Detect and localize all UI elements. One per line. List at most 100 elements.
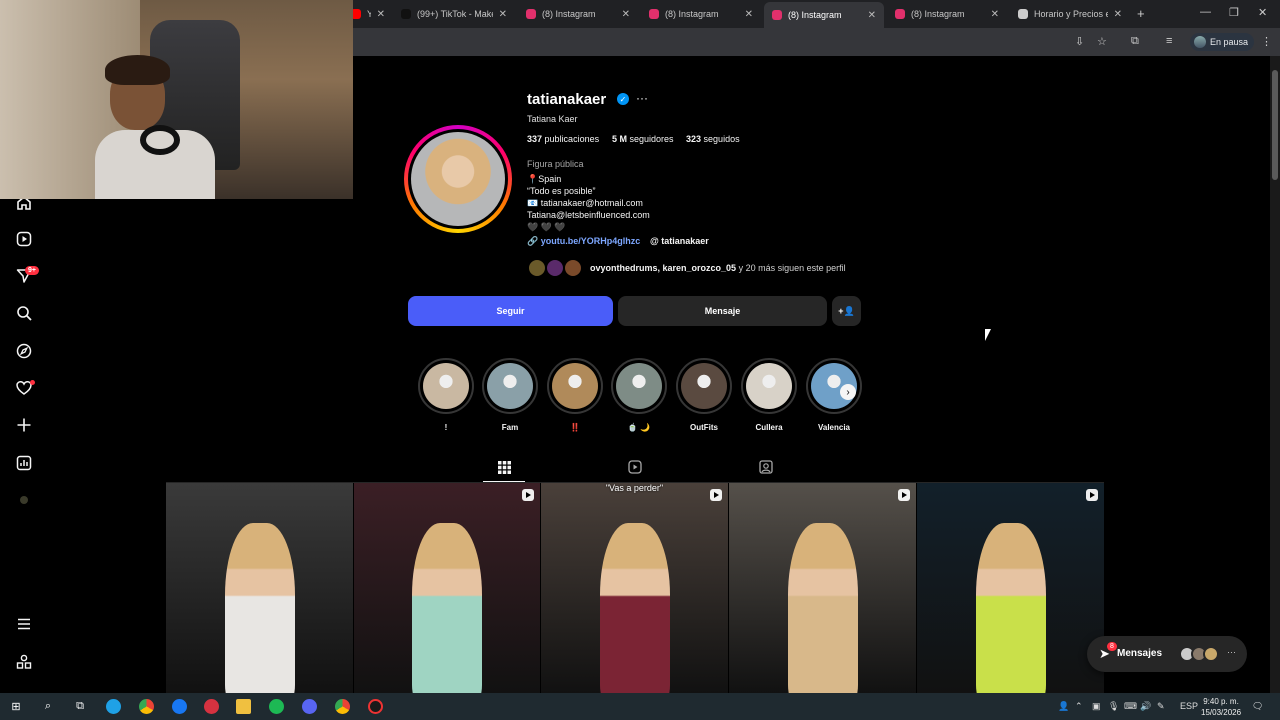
browser-tab[interactable]: Horario y Precios en ✕ [1010, 4, 1130, 24]
browser-tab[interactable]: (8) Instagram ✕ [518, 4, 638, 24]
discord-taskbar-icon[interactable] [302, 699, 317, 714]
story-highlight[interactable]: Fam [482, 358, 538, 432]
mutual-followers-text[interactable]: ovyonthedrums, karen_orozco_05 y 20 más … [590, 263, 846, 273]
highlight-cover [487, 363, 533, 409]
explore-compass-icon[interactable] [14, 341, 34, 361]
also-from-meta-icon[interactable] [14, 652, 34, 672]
tray-pen-icon[interactable]: ✎ [1157, 701, 1165, 712]
reel-indicator-icon [522, 489, 534, 501]
highlights-next-chevron-icon[interactable]: › [840, 384, 856, 400]
page-scrollbar-thumb[interactable] [1272, 70, 1278, 180]
active-tab-indicator [483, 481, 525, 482]
post-thumbnail[interactable] [729, 483, 916, 693]
tray-up-arrow-icon[interactable]: ⌃ [1075, 701, 1083, 712]
suggested-accounts-button[interactable]: +👤 [832, 296, 861, 326]
tray-microphone-icon[interactable]: 🎙 [1108, 701, 1119, 712]
obs-taskbar-icon[interactable] [368, 699, 383, 714]
messages-avatars [1179, 646, 1229, 662]
following-count[interactable]: 323 seguidos [686, 134, 740, 144]
create-plus-icon[interactable] [14, 415, 34, 435]
threads-link[interactable]: @ tatianakaer [650, 236, 709, 246]
browser-tab[interactable]: (8) Instagram ✕ [641, 4, 761, 24]
search-icon[interactable] [14, 303, 34, 323]
browser-profile-button[interactable]: En pausa [1190, 33, 1255, 51]
followers-count[interactable]: 5 M seguidores [612, 134, 674, 144]
spotify-taskbar-icon[interactable] [269, 699, 284, 714]
threads-icon: @ [650, 236, 662, 246]
highlight-cover [552, 363, 598, 409]
webcam-headset [140, 125, 180, 155]
browser-tab[interactable]: (8) Instagram ✕ [764, 2, 884, 28]
story-highlight[interactable]: ! [418, 358, 474, 432]
tab-close-icon[interactable]: ✕ [622, 9, 630, 20]
chrome-taskbar-icon[interactable] [139, 699, 154, 714]
messages-floating-button[interactable]: ➤ 8 Mensajes ··· [1087, 636, 1247, 672]
task-view-icon[interactable]: ⧉ [72, 698, 88, 714]
chrome-profile-taskbar-icon[interactable] [335, 699, 350, 714]
taskbar-search-icon[interactable]: ⌕ [40, 698, 56, 714]
highlight-cover [423, 363, 469, 409]
post-thumbnail[interactable]: "Vas a perder" [541, 483, 728, 693]
tab-title: (8) Instagram [788, 10, 842, 20]
tab-close-icon[interactable]: ✕ [745, 9, 753, 20]
post-thumbnail[interactable] [354, 483, 540, 693]
reel-indicator-icon [898, 489, 910, 501]
browser-menu-icon[interactable]: ⋮ [1261, 35, 1272, 48]
threads-handle: tatianakaer [661, 236, 709, 246]
restore-icon[interactable]: ❐ [1229, 6, 1239, 19]
browser-tab[interactable]: (8) Instagram ✕ [887, 4, 1007, 24]
message-button[interactable]: Mensaje [618, 296, 827, 326]
reels-icon[interactable] [14, 229, 34, 249]
tray-app-icon[interactable]: ▣ [1092, 701, 1101, 712]
tab-close-icon[interactable]: ✕ [377, 9, 385, 20]
bookmark-star-icon[interactable]: ☆ [1097, 35, 1107, 48]
profile-picture-story-ring[interactable] [404, 125, 512, 233]
close-window-icon[interactable]: ✕ [1258, 6, 1267, 19]
messages-label: Mensajes [1117, 648, 1163, 659]
edge-taskbar-icon[interactable] [106, 699, 121, 714]
tray-volume-icon[interactable]: 🔊 [1140, 701, 1151, 712]
extensions-icon[interactable]: ⧉ [1131, 35, 1139, 48]
reading-list-icon[interactable]: ≡ [1166, 35, 1172, 47]
browser-tab[interactable]: (99+) TikTok - Make Y ✕ [393, 4, 515, 24]
posts-count-label: publicaciones [544, 134, 600, 144]
facebook-taskbar-icon[interactable] [172, 699, 187, 714]
tab-close-icon[interactable]: ✕ [499, 9, 507, 20]
story-highlight[interactable]: Cullera [741, 358, 797, 432]
posts-grid-tab-icon[interactable] [496, 459, 512, 475]
messages-badge: 8 [1107, 642, 1117, 651]
opera-taskbar-icon[interactable] [204, 699, 219, 714]
file-explorer-taskbar-icon[interactable] [236, 699, 251, 714]
new-tab-button[interactable]: + [1137, 6, 1145, 21]
start-menu-icon[interactable]: ⊞ [8, 698, 24, 714]
follow-button[interactable]: Seguir [408, 296, 613, 326]
tab-favicon-icon [401, 9, 411, 19]
tab-close-icon[interactable]: ✕ [991, 9, 999, 20]
profile-avatar-icon[interactable] [14, 490, 34, 510]
bio-link[interactable]: 🔗 youtu.be/YORHp4glhzc [527, 236, 640, 247]
notifications-badge: 9+ [25, 266, 39, 275]
reels-tab-icon[interactable] [627, 459, 643, 475]
tab-close-icon[interactable]: ✕ [1114, 9, 1122, 20]
tray-people-icon[interactable]: 👤 [1058, 701, 1069, 712]
dashboard-chart-icon[interactable] [14, 453, 34, 473]
mutual-followers-avatars[interactable] [527, 258, 587, 278]
tab-close-icon[interactable]: ✕ [868, 10, 876, 21]
story-highlight[interactable]: OutFits [676, 358, 732, 432]
tagged-tab-icon[interactable] [758, 459, 774, 475]
post-thumbnail[interactable] [917, 483, 1104, 693]
taskbar-clock[interactable]: 9:40 p. m. 15/03/2026 [1201, 696, 1241, 718]
story-highlight[interactable]: ‼️ [547, 358, 603, 432]
tab-title: (99+) TikTok - Make Y [417, 9, 493, 19]
language-indicator[interactable]: ESP [1180, 701, 1198, 711]
mutual-followers-rest: y 20 más siguen este perfil [736, 263, 846, 273]
profile-options-icon[interactable]: ··· [636, 91, 648, 105]
notification-center-icon[interactable]: 🗨 [1252, 701, 1263, 712]
more-menu-icon[interactable] [14, 614, 34, 634]
post-thumbnail[interactable] [166, 483, 353, 693]
post-figure [787, 523, 858, 693]
story-highlight[interactable]: 🍵 🌙 [611, 358, 667, 432]
minimize-icon[interactable]: — [1200, 6, 1211, 18]
install-app-icon[interactable]: ⇩ [1075, 35, 1084, 48]
tray-network-icon[interactable]: ⌨ [1124, 701, 1137, 712]
